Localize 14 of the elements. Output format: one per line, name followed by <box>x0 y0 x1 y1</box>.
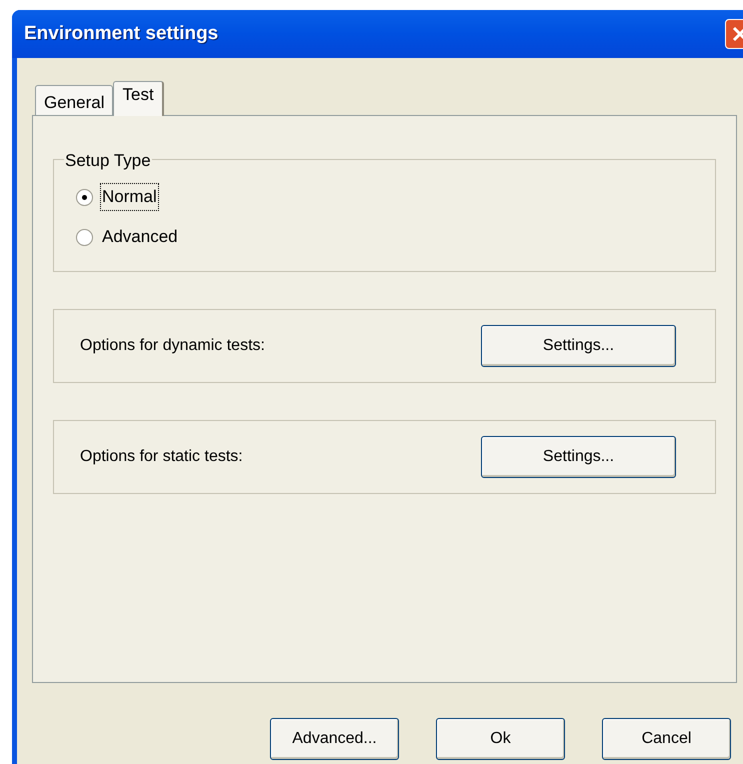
radio-button[interactable] <box>76 188 93 206</box>
dialog-button[interactable]: Cancel <box>602 718 731 760</box>
radio-label[interactable]: Advanced <box>101 224 179 250</box>
tab[interactable]: Test <box>113 81 164 116</box>
radio-label[interactable]: Normal <box>101 184 158 210</box>
dialog-button[interactable]: Ok <box>436 718 565 760</box>
options-label: Options for dynamic tests: <box>80 336 265 356</box>
tab[interactable]: General <box>35 85 114 115</box>
window-title: Environment settings <box>24 22 218 46</box>
radio-button[interactable] <box>76 228 93 246</box>
options-label: Options for static tests: <box>80 447 243 467</box>
settings-button[interactable]: Settings... <box>481 325 676 367</box>
dialog-button[interactable]: Advanced... <box>270 718 399 760</box>
settings-button[interactable]: Settings... <box>481 436 676 478</box>
